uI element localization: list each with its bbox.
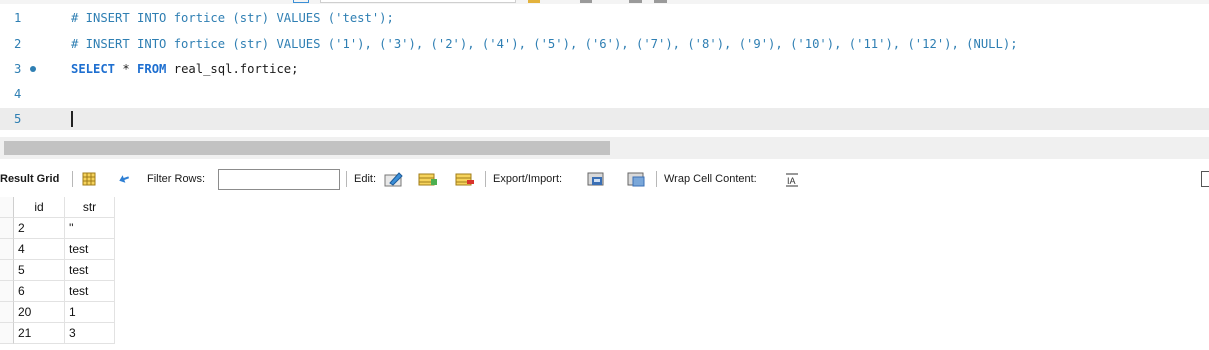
export-import-label: Export/Import: [493, 173, 563, 185]
table-cell[interactable]: test [65, 260, 115, 281]
table-cell[interactable]: 21 [14, 323, 65, 344]
edit-label: Edit: [354, 173, 377, 185]
result-toolbar: Result Grid Filter Rows: Edit: Export/Im… [0, 166, 1209, 192]
code-text: SELECT * FROM real_sql.fortice; [71, 58, 298, 80]
svg-text:IA: IA [787, 176, 796, 186]
filter-rows-input[interactable] [218, 169, 340, 190]
code-token: # INSERT INTO fortice (str) VALUES ('1')… [71, 37, 1018, 51]
code-token: * [115, 62, 138, 76]
table-cell[interactable]: 20 [14, 302, 65, 323]
row-selector[interactable] [0, 281, 14, 302]
editor-line[interactable]: 3 SELECT * FROM real_sql.fortice; [0, 58, 1209, 80]
editor-line[interactable]: 5 [0, 108, 1209, 130]
export-icon[interactable] [587, 171, 607, 187]
table-cell[interactable]: 3 [65, 323, 115, 344]
toolbar-icon-edge[interactable] [580, 0, 592, 3]
line-number: 1 [14, 11, 22, 25]
wrap-cell-label: Wrap Cell Content: [664, 173, 757, 185]
scrollbar-thumb[interactable] [4, 141, 610, 155]
line-number: 2 [14, 37, 22, 51]
code-token: SELECT [71, 62, 116, 76]
row-selector[interactable] [0, 260, 14, 281]
code-token: real_sql.fortice; [166, 62, 299, 76]
row-selector[interactable] [0, 302, 14, 323]
result-grid-tab[interactable]: Result Grid [0, 166, 59, 192]
editor-line[interactable]: 4 [0, 83, 1209, 105]
filter-rows-label: Filter Rows: [147, 173, 206, 185]
toolbar-separator [656, 171, 657, 187]
refresh-icon[interactable] [116, 171, 132, 187]
statement-marker-icon [30, 66, 36, 72]
table-cell[interactable]: test [65, 239, 115, 260]
toolbar-separator [346, 171, 347, 187]
grid-icon[interactable] [81, 171, 97, 187]
edit-row-icon[interactable] [384, 171, 404, 187]
panel-toggle[interactable] [1201, 171, 1209, 187]
editor-horizontal-scrollbar[interactable] [0, 137, 1209, 159]
insert-row-icon[interactable] [418, 171, 438, 187]
toolbar-button-edge[interactable] [293, 0, 309, 3]
code-token: # INSERT INTO fortice (str) VALUES ('tes… [71, 11, 394, 25]
row-selector[interactable] [0, 197, 14, 218]
table-cell[interactable]: 4 [14, 239, 65, 260]
wrap-cell-icon[interactable]: IA [784, 171, 800, 187]
main-toolbar-edge [0, 0, 1209, 4]
toolbar-field-edge[interactable] [320, 0, 516, 3]
line-number: 5 [14, 112, 22, 126]
toolbar-separator [485, 171, 486, 187]
sql-editor[interactable]: 1 # INSERT INTO fortice (str) VALUES ('te… [0, 5, 1209, 137]
editor-line[interactable]: 2 # INSERT INTO fortice (str) VALUES ('1'… [0, 33, 1209, 55]
table-cell[interactable]: '' [65, 218, 115, 239]
delete-row-icon[interactable] [455, 171, 475, 187]
row-selector[interactable] [0, 239, 14, 260]
toolbar-icon-edge[interactable] [528, 0, 540, 3]
line-number: 4 [14, 87, 22, 101]
table-cell[interactable]: 5 [14, 260, 65, 281]
table-cell[interactable]: 6 [14, 281, 65, 302]
toolbar-separator [72, 171, 73, 187]
row-selector[interactable] [0, 218, 14, 239]
code-text: # INSERT INTO fortice (str) VALUES ('tes… [71, 7, 394, 29]
toolbar-icon-edge[interactable] [654, 0, 667, 3]
import-icon[interactable] [627, 171, 647, 187]
row-selector[interactable] [0, 323, 14, 344]
column-header[interactable]: id [14, 197, 65, 218]
text-cursor [71, 111, 73, 127]
code-token: FROM [137, 62, 167, 76]
column-header[interactable]: str [65, 197, 115, 218]
code-text: # INSERT INTO fortice (str) VALUES ('1')… [71, 33, 1018, 55]
editor-line[interactable]: 1 # INSERT INTO fortice (str) VALUES ('te… [0, 7, 1209, 29]
table-cell[interactable]: 1 [65, 302, 115, 323]
table-cell[interactable]: test [65, 281, 115, 302]
toolbar-icon-edge[interactable] [629, 0, 642, 3]
table-cell[interactable]: 2 [14, 218, 65, 239]
